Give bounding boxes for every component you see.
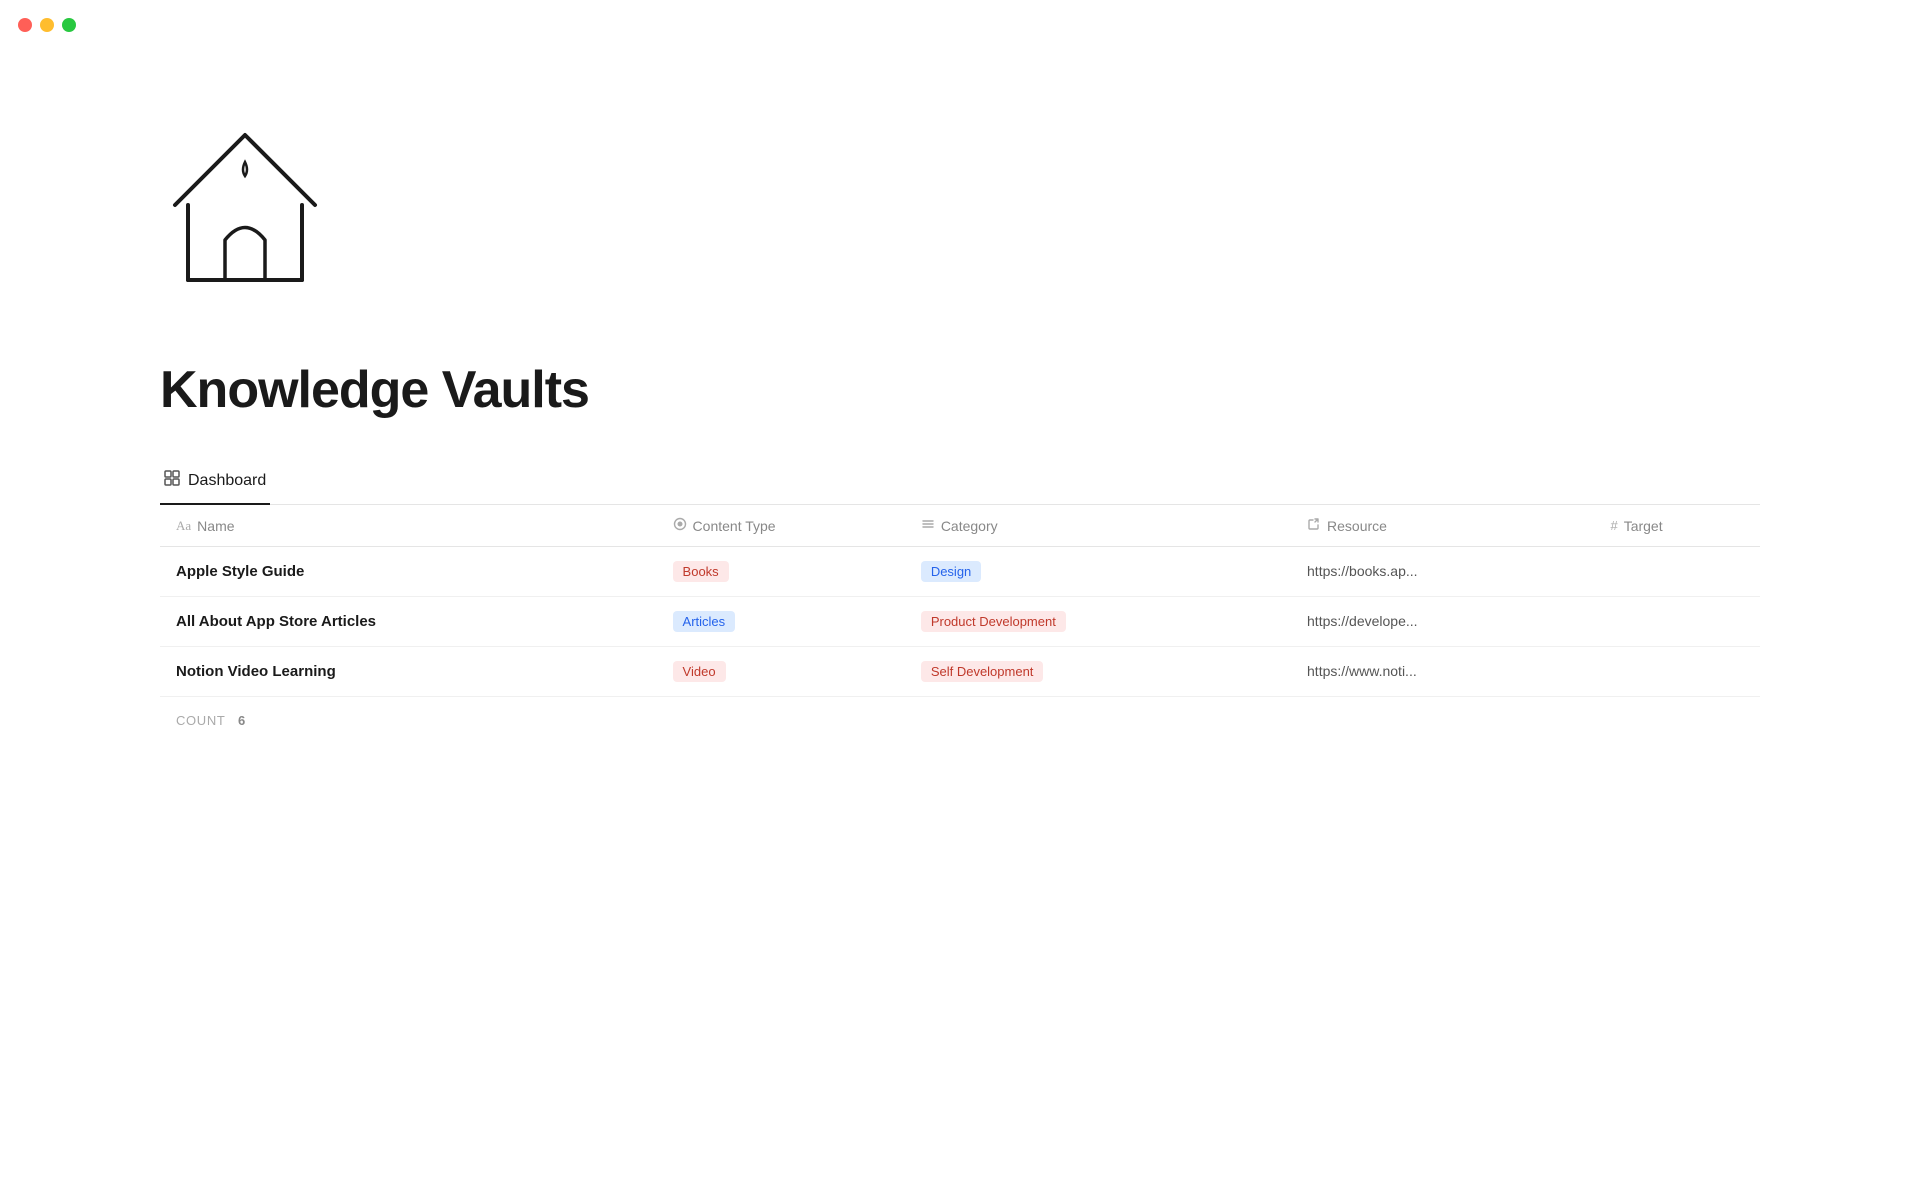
col-header-target: # Target	[1594, 505, 1760, 547]
row-0-resource: https://books.ap...	[1291, 547, 1594, 597]
count-value: 6	[238, 713, 246, 728]
tab-bar: Dashboard	[160, 460, 1760, 505]
row-2-content-type: Video	[657, 647, 905, 697]
table-footer: COUNT 6	[160, 697, 1760, 744]
row-1-name: All About App Store Articles	[160, 597, 657, 647]
name-col-icon: Aa	[176, 518, 191, 534]
row-0-category: Design	[905, 547, 1291, 597]
table-row[interactable]: Notion Video Learning Video Self Develop…	[160, 647, 1760, 697]
tab-dashboard[interactable]: Dashboard	[160, 460, 270, 505]
row-1-resource: https://develope...	[1291, 597, 1594, 647]
minimize-button[interactable]	[40, 18, 54, 32]
row-0-target	[1594, 547, 1760, 597]
row-0-name: Apple Style Guide	[160, 547, 657, 597]
table-row[interactable]: Apple Style Guide Books Design https://b…	[160, 547, 1760, 597]
content-type-col-icon	[673, 517, 687, 534]
count-label: COUNT	[176, 713, 225, 728]
row-2-resource: https://www.noti...	[1291, 647, 1594, 697]
resource-col-icon	[1307, 517, 1321, 534]
maximize-button[interactable]	[62, 18, 76, 32]
tab-dashboard-label: Dashboard	[188, 472, 266, 490]
category-col-icon	[921, 517, 935, 534]
page-title: Knowledge Vaults	[160, 360, 1760, 420]
row-2-target	[1594, 647, 1760, 697]
table-body: Apple Style Guide Books Design https://b…	[160, 547, 1760, 697]
row-0-content-type: Books	[657, 547, 905, 597]
col-header-resource: Resource	[1291, 505, 1594, 547]
row-1-category: Product Development	[905, 597, 1291, 647]
col-header-name: Aa Name	[160, 505, 657, 547]
close-button[interactable]	[18, 18, 32, 32]
table-row[interactable]: All About App Store Articles Articles Pr…	[160, 597, 1760, 647]
data-table: Aa Name Content Type	[160, 505, 1760, 744]
target-col-icon: #	[1610, 518, 1617, 533]
row-2-name: Notion Video Learning	[160, 647, 657, 697]
table-header: Aa Name Content Type	[160, 505, 1760, 547]
col-header-content-type: Content Type	[657, 505, 905, 547]
col-header-category: Category	[905, 505, 1291, 547]
table-footer-row: COUNT 6	[160, 697, 1760, 745]
hero-icon	[160, 120, 330, 300]
row-1-target	[1594, 597, 1760, 647]
dashboard-tab-icon	[164, 470, 180, 491]
row-1-content-type: Articles	[657, 597, 905, 647]
traffic-lights	[18, 18, 76, 32]
main-content: Knowledge Vaults Dashboard Aa	[0, 0, 1920, 824]
row-2-category: Self Development	[905, 647, 1291, 697]
